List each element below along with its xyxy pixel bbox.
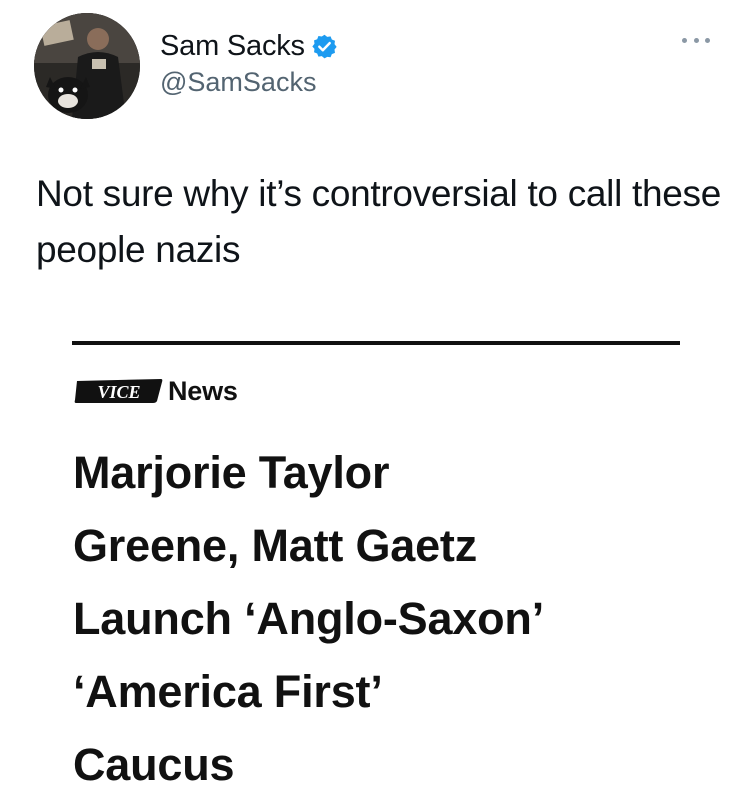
headline-line: Greene, Matt Gaetz xyxy=(73,520,478,571)
headline-line: ‘America First’ xyxy=(73,666,383,717)
tweet-card[interactable]: Sam Sacks @SamSacks Not sure why it’s co… xyxy=(0,0,750,809)
author-name[interactable]: Sam Sacks xyxy=(160,30,305,63)
author-handle[interactable]: @SamSacks xyxy=(160,67,316,98)
headline-line: Launch ‘Anglo-Saxon’ xyxy=(73,593,545,644)
brand-label: News xyxy=(168,375,238,406)
tweet-media-image[interactable]: VICE News Marjorie Taylor Greene, Matt G… xyxy=(0,320,750,809)
article-headline: Marjorie Taylor Greene, Matt Gaetz Launc… xyxy=(73,436,713,801)
more-dot xyxy=(693,37,699,43)
headline-line: Marjorie Taylor xyxy=(73,447,390,498)
vice-logo: VICE xyxy=(73,377,165,405)
headline-line: Caucus xyxy=(73,739,235,790)
avatar-photo xyxy=(34,13,140,119)
tweet-text: Not sure why it’s controversial to call … xyxy=(36,173,722,270)
divider xyxy=(72,341,680,345)
vice-logo-text: VICE xyxy=(97,382,140,402)
avatar[interactable] xyxy=(34,13,140,119)
verified-badge-icon xyxy=(311,33,338,60)
more-dot xyxy=(705,37,710,43)
more-dot xyxy=(682,37,687,43)
brand-row: VICE News xyxy=(73,376,238,406)
author-name-row[interactable]: Sam Sacks xyxy=(160,28,338,64)
more-horizontal-icon[interactable] xyxy=(682,34,710,46)
